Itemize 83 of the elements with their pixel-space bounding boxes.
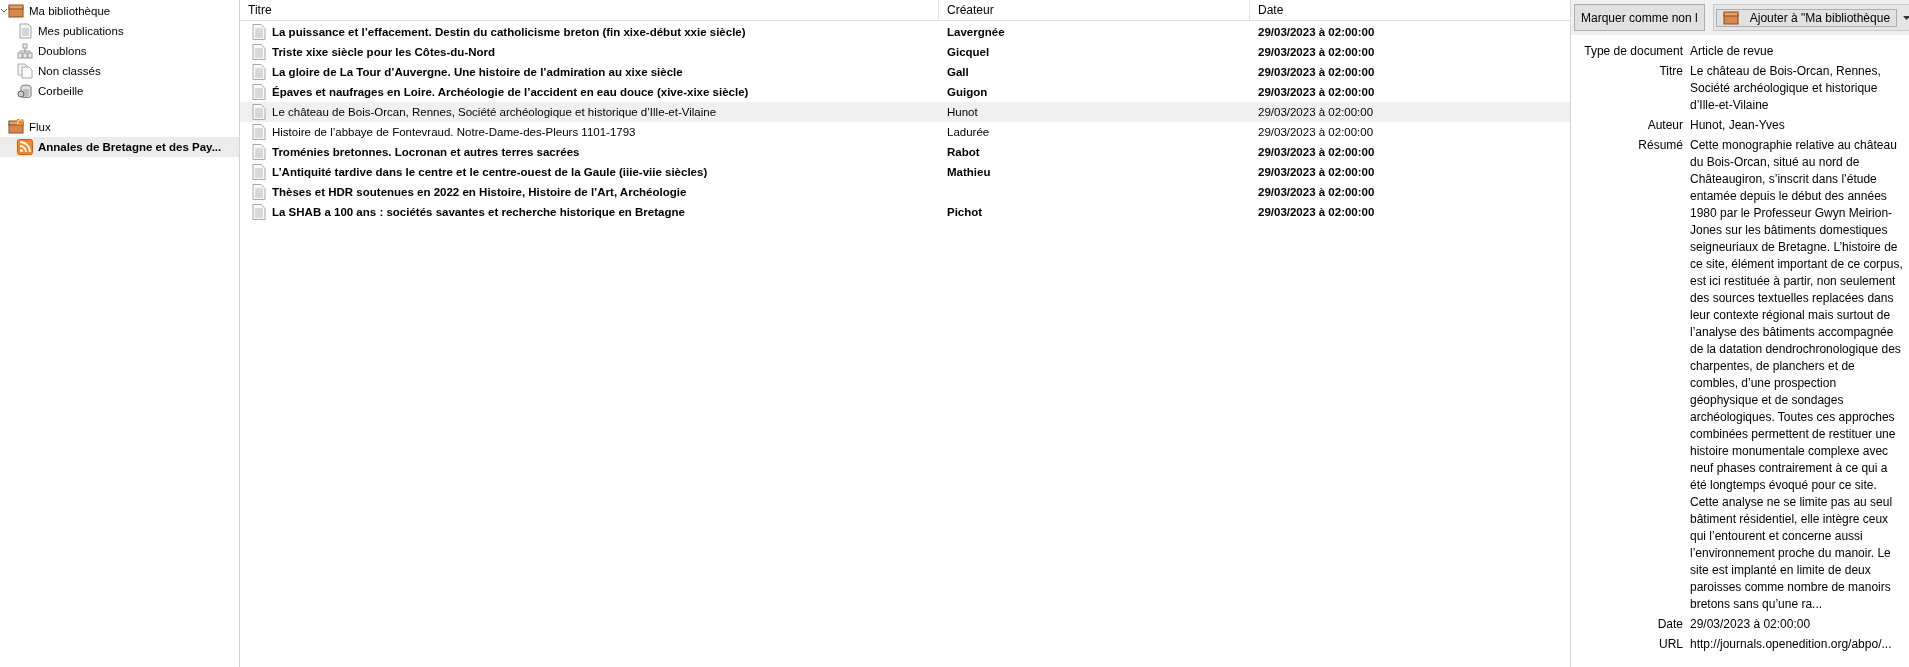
box-icon <box>1722 9 1739 26</box>
table-row[interactable]: Épaves et naufrages en Loire. Archéologie de l’accident en eau douce (xive-xixe siècle) Guigon 29/03/2023 à 02:00:00 <box>240 82 1570 102</box>
field-label: URL <box>1658 636 1683 653</box>
field-label: Date <box>1656 616 1683 633</box>
caret-icon[interactable] <box>1903 15 1909 20</box>
hierarchy-icon <box>17 43 33 59</box>
table-cell: 29/03/2023 à 02:00:00 <box>1258 26 1375 38</box>
sidebar-item[interactable]: Non classés <box>0 61 239 81</box>
column-header[interactable]: Créateur <box>939 0 1250 20</box>
add-to-library-button[interactable]: Ajouter à "Ma bibliothèque <box>1715 8 1898 27</box>
table-row[interactable]: La SHAB a 100 ans : sociétés savantes et recherche historique en Bretagne Pichot 29/03/2023 à 02:00:00 <box>240 202 1570 222</box>
sidebar-item[interactable]: Flux <box>0 117 239 137</box>
trash-icon <box>17 83 33 99</box>
field-value: Cette monographie relative au château du Bois-Orcan, situé au nord de Châteaugiron, s’inscrit dans l’étude entamée depuis le début des années 1980 par le Professeur Gwyn Meirion-Jones sur les bâtiments domestiques seigneuriaux de Bretagne. L’histoire de ce site, élément important de ce corpus, est ici restituée à partir, non seulement des sources textuelles replacées dans leur contexte régional mais surtout de l’analyse des bâtiments accompagnée de la datation dendrochronologique des charpentes, de planchers et de combles, d’une prospection géophysique et de sondages archéologiques. Toutes ces approches combinées permettent de restituer une histoire monumentale complexe avec neuf phases contrairement à ce qui a été longtemps évoqué pour ce site. Cette analyse ne se limite pas au seul bâtiment résidentiel, elle intègre ceux qui l’entourent et concerne aussi l’environnement proche du manoir. Le site est implanté en limite de deux paroisses comme nombre de manoirs bretons sans qu’une ra... <box>1690 137 1904 613</box>
table-cell: 29/03/2023 à 02:00:00 <box>1258 66 1375 78</box>
column-header[interactable]: Titre <box>240 0 939 20</box>
document-icon <box>252 84 266 100</box>
table-cell: Ladurée <box>947 126 990 138</box>
field-value: Article de revue <box>1690 43 1775 60</box>
table-cell: Triste xixe siècle pour les Côtes-du-Nord <box>272 46 496 58</box>
table-row[interactable]: Troménies bretonnes. Locronan et autres terres sacrées Rabot 29/03/2023 à 02:00:00 <box>240 142 1570 162</box>
field-label: Titre <box>1658 63 1683 80</box>
table-cell: La gloire de La Tour d’Auvergne. Une histoire de l’admiration au xixe siècle <box>272 66 683 78</box>
table-cell: Pichot <box>947 206 983 218</box>
table-cell: 29/03/2023 à 02:00:00 <box>1258 166 1375 178</box>
table-row[interactable]: Thèses et HDR soutenues en 2022 en Histoire, Histoire de l’Art, Archéologie 29/03/2023 à 02:00:00 <box>240 182 1570 202</box>
table-row[interactable]: La puissance et l’effacement. Destin du catholicisme breton (fin xixe-début xxie siècle) Lavergnée 29/03/2023 à 02:00:00 <box>240 22 1570 42</box>
table-cell: La puissance et l’effacement. Destin du catholicisme breton (fin xixe-début xxie siècle) <box>272 26 746 38</box>
table-cell: Mathieu <box>947 166 991 178</box>
table-cell: Épaves et naufrages en Loire. Archéologie de l’accident en eau douce (xive-xixe siècle) <box>272 86 749 98</box>
table-cell: 29/03/2023 à 02:00:00 <box>1258 186 1375 198</box>
sidebar-item[interactable]: Annales de Bretagne et des Pay... <box>0 137 239 157</box>
box-feed-icon <box>8 119 24 135</box>
document-icon <box>252 44 266 60</box>
field-label: Résumé <box>1637 137 1683 154</box>
document-icon <box>252 104 266 120</box>
sidebar-item[interactable]: Mes publications <box>0 21 239 41</box>
table-row[interactable]: Triste xixe siècle pour les Côtes-du-Nord Gicquel 29/03/2023 à 02:00:00 <box>240 42 1570 62</box>
table-cell: 29/03/2023 à 02:00:00 <box>1258 146 1375 158</box>
table-cell: Troménies bretonnes. Locronan et autres terres sacrées <box>272 146 580 158</box>
table-cell: La SHAB a 100 ans : sociétés savantes et recherche historique en Bretagne <box>272 206 685 218</box>
chevron-icon[interactable] <box>0 7 8 15</box>
document-icon <box>17 23 33 39</box>
document-icon <box>252 164 266 180</box>
field-value: http://journals.openedition.org/abpo/... <box>1690 636 1893 653</box>
field-label: Auteur <box>1646 117 1683 134</box>
table-row[interactable]: Le château de Bois-Orcan, Rennes, Société archéologique et historique d’Ille-et-Vilaine Hunot 29/03/2023 à 02:00:00 <box>240 102 1570 122</box>
document-icon <box>252 24 266 40</box>
documents-icon <box>17 63 33 79</box>
field-value: 29/03/2023 à 02:00:00 <box>1690 616 1812 633</box>
sidebar-item[interactable]: Corbeille <box>0 81 239 101</box>
table-row[interactable]: L’Antiquité tardive dans le centre et le centre-ouest de la Gaule (iiie-viie siècles) Mathieu 29/03/2023 à 02:00:00 <box>240 162 1570 182</box>
sidebar-item[interactable]: Ma bibliothèque <box>0 1 239 21</box>
table-cell: Le château de Bois-Orcan, Rennes, Société archéologique et historique d’Ille-et-Vilaine <box>272 106 717 118</box>
document-icon <box>252 204 266 220</box>
table-cell: 29/03/2023 à 02:00:00 <box>1258 126 1374 138</box>
document-icon <box>252 184 266 200</box>
table-cell: Gall <box>947 66 969 78</box>
table-cell: Gicquel <box>947 46 990 58</box>
mark-unread-button[interactable]: Marquer comme non l <box>1574 4 1705 31</box>
table-cell: 29/03/2023 à 02:00:00 <box>1258 206 1375 218</box>
table-cell: L’Antiquité tardive dans le centre et le centre-ouest de la Gaule (iiie-viie siècles) <box>272 166 708 178</box>
table-cell: Lavergnée <box>947 26 1005 38</box>
table-row[interactable]: Histoire de l’abbaye de Fontevraud. Notre-Dame-des-Pleurs 1101-1793 Ladurée 29/03/2023 à 02:00:00 <box>240 122 1570 142</box>
field-value: Hunot, Jean-Yves <box>1690 117 1786 134</box>
table-cell: 29/03/2023 à 02:00:00 <box>1258 106 1374 118</box>
rss-icon <box>17 139 33 155</box>
table-cell: Hunot <box>947 106 978 118</box>
sidebar-item[interactable]: Doublons <box>0 41 239 61</box>
table-cell: 29/03/2023 à 02:00:00 <box>1258 46 1375 58</box>
table-cell: Rabot <box>947 146 980 158</box>
table-cell: 29/03/2023 à 02:00:00 <box>1258 86 1375 98</box>
document-icon <box>252 124 266 140</box>
document-icon <box>252 64 266 80</box>
document-icon <box>252 144 266 160</box>
column-header[interactable]: Date <box>1250 0 1570 20</box>
field-value: Le château de Bois-Orcan, Rennes, Société archéologique et historique d’Ille-et-Vilaine <box>1690 63 1882 114</box>
box-icon <box>8 3 24 19</box>
table-row[interactable]: La gloire de La Tour d’Auvergne. Une histoire de l’admiration au xixe siècle Gall 29/03/2023 à 02:00:00 <box>240 62 1570 82</box>
field-label: Type de document <box>1583 43 1683 60</box>
table-cell: Guigon <box>947 86 988 98</box>
table-cell: Histoire de l’abbaye de Fontevraud. Notre-Dame-des-Pleurs 1101-1793 <box>272 126 636 138</box>
table-cell: Thèses et HDR soutenues en 2022 en Histoire, Histoire de l’Art, Archéologie <box>272 186 687 198</box>
